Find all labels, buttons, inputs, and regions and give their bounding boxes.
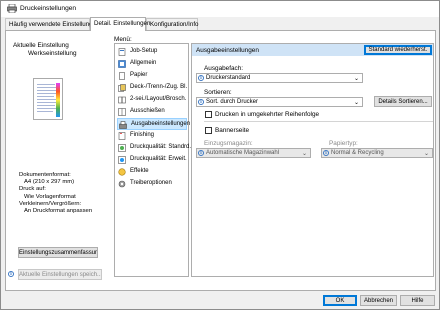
imposition-icon	[118, 108, 126, 116]
output-tray-select[interactable]: i Druckerstandard ⌄	[196, 73, 363, 83]
output-tray-label: Ausgabefach:	[204, 65, 244, 72]
current-setting-value: Werkseinstellung	[28, 50, 77, 57]
save-current-settings-button[interactable]: Aktuelle Einstellungen speich...	[18, 269, 102, 280]
layout-icon	[118, 96, 126, 104]
sort-select[interactable]: i Sort. durch Drucker ⌄	[196, 97, 363, 107]
current-setting-heading: Aktuelle Einstellung	[13, 42, 69, 49]
menu-item-job-setup[interactable]: Job-Setup	[117, 46, 187, 58]
menu-item-output-settings[interactable]: Ausgabeeinstellungen	[117, 118, 190, 130]
menu-label: Menü:	[114, 36, 132, 43]
finishing-icon	[118, 132, 126, 140]
printer-icon	[7, 4, 17, 13]
menu-item-layout[interactable]: 2-sei./Layout/Brosch.	[117, 94, 187, 106]
output-icon	[119, 121, 127, 129]
driver-options-icon	[118, 180, 126, 188]
sort-label: Sortieren:	[204, 89, 232, 96]
chevron-down-icon: ⌄	[423, 151, 429, 157]
color-preview-bar	[56, 83, 60, 117]
info-icon: i	[8, 271, 16, 279]
effects-icon	[118, 168, 126, 176]
ok-button[interactable]: OK	[323, 295, 357, 306]
general-icon	[118, 60, 126, 68]
input-tray-select[interactable]: i Automatische Magazinwahl ⌄	[196, 148, 311, 158]
paper-icon	[119, 72, 125, 80]
info-icon: i	[198, 150, 204, 156]
menu-item-quality-standard[interactable]: Druckqualität: Standrd.	[117, 142, 191, 154]
output-settings-pane: Ausgabeeinstellungen Standard wiederhers…	[191, 43, 434, 277]
title-bar: Druckeinstellungen	[1, 1, 439, 17]
settings-summary: Dokumentenformat: A4 (210 x 297 mm) Druc…	[19, 172, 93, 215]
paper-type-label: Papiertyp:	[329, 140, 358, 147]
chevron-down-icon: ⌄	[353, 76, 359, 82]
tab-detailed-settings[interactable]: Detail. Einstellungen	[90, 17, 150, 31]
help-button[interactable]: Hilfe	[400, 295, 435, 306]
print-settings-window: Druckeinstellungen Häufig verwendete Ein…	[0, 0, 440, 310]
window-title: Druckeinstellungen	[20, 5, 77, 12]
tab-frequent-settings[interactable]: Häufig verwendete Einstellungen	[5, 18, 99, 30]
info-icon: i	[198, 99, 204, 105]
section-title: Ausgabeeinstellungen	[196, 47, 259, 54]
page-preview	[33, 78, 63, 120]
reverse-order-checkbox[interactable]	[205, 111, 212, 118]
menu-item-general[interactable]: Allgemein	[117, 58, 187, 70]
info-icon: i	[323, 150, 329, 156]
chevron-down-icon: ⌄	[353, 100, 359, 106]
sort-details-button[interactable]: Details Sortieren...	[374, 96, 432, 107]
menu-item-finishing[interactable]: Finishing	[117, 130, 187, 142]
quality-advanced-icon	[118, 156, 126, 164]
menu-item-imposition[interactable]: Ausschießen	[117, 106, 187, 118]
cancel-button[interactable]: Abbrechen	[360, 295, 397, 306]
restore-defaults-button[interactable]: Standard wiederherst.	[364, 45, 432, 55]
job-setup-icon	[118, 48, 126, 56]
divider	[204, 121, 433, 122]
section-header: Ausgabeeinstellungen Standard wiederhers…	[192, 44, 433, 56]
menu-item-paper[interactable]: Papier	[117, 70, 187, 82]
menu-item-effects[interactable]: Effekte	[117, 166, 187, 178]
reverse-order-label: Drucken in umgekehrter Reihenfolge	[215, 111, 320, 118]
tab-panel: Aktuelle Einstellung Werkseinstellung Do…	[5, 30, 436, 291]
menu-item-quality-advanced[interactable]: Druckqualität: Erweit.	[117, 154, 187, 166]
menu-item-cover-sheets[interactable]: Deck-/Trenn-/Zug. Bl.	[117, 82, 187, 94]
chevron-down-icon: ⌄	[301, 151, 307, 157]
tab-configuration-info[interactable]: Konfiguration/Info	[146, 18, 199, 30]
cover-sheet-icon	[118, 84, 126, 92]
settings-summary-button[interactable]: Einstellungszusammenfassung	[18, 247, 98, 258]
banner-page-label: Bannerseite	[215, 127, 250, 134]
menu-item-driver-options[interactable]: Treiberoptionen	[117, 178, 187, 190]
input-tray-label: Einzugsmagazin:	[204, 140, 253, 147]
quality-standard-icon	[118, 144, 126, 152]
info-icon: i	[198, 75, 204, 81]
paper-type-select[interactable]: i Normal & Recycling ⌄	[321, 148, 433, 158]
settings-menu: Job-Setup Allgemein Papier Deck-/Trenn-/…	[114, 43, 191, 277]
banner-page-checkbox[interactable]	[205, 127, 212, 134]
